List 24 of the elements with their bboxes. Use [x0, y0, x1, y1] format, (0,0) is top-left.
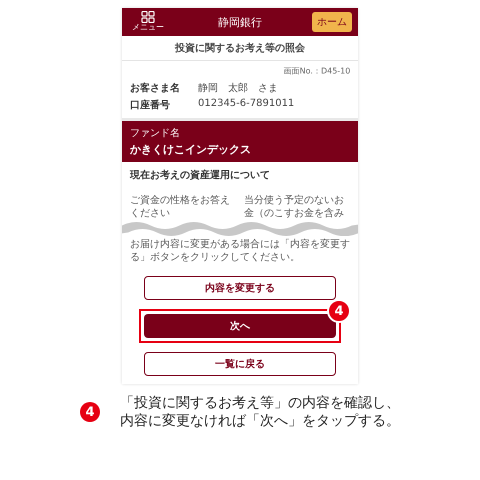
honorific: さま: [258, 82, 278, 95]
account-number: 012345-6-7891011: [198, 98, 294, 111]
instruction-text: 内容に変更なければ「次へ」をタップする。: [120, 412, 400, 430]
page-title: 投資に関するお考え等の照会: [122, 36, 358, 61]
answer-text: 当分使う予定のないお金（のこすお金を含み: [244, 194, 345, 220]
home-button[interactable]: ホーム: [312, 12, 352, 32]
step-badge: 4: [327, 299, 351, 323]
menu-button[interactable]: メニュー: [128, 11, 168, 33]
section-title: 現在お考えの資産運用について: [130, 168, 271, 182]
bank-name: 静岡銀行: [218, 14, 262, 30]
customer-label: お客さま名: [130, 81, 181, 95]
instruction-text: 「投資に関するお考え等」の内容を確認し、: [120, 394, 400, 412]
account-label: 口座番号: [130, 98, 171, 112]
fund-name: かきくけこインデックス: [130, 142, 252, 157]
action-button[interactable]: 次へ: [144, 314, 336, 338]
menu-icon: [141, 11, 155, 23]
action-button[interactable]: 一覧に戻る: [144, 352, 336, 376]
step-badge: 4: [80, 402, 100, 422]
question-text: ご資金の性格をお答えください: [130, 194, 231, 220]
note-text: お届け内容に変更がある場合には「内容を変更する」ボタンをクリックしてください。: [130, 238, 350, 264]
screen-number: 画面No.：D45-10: [283, 66, 350, 77]
fund-label: ファンド名: [130, 127, 181, 140]
action-button[interactable]: 内容を変更する: [144, 276, 336, 300]
customer-name: 静岡 太郎: [198, 82, 248, 95]
